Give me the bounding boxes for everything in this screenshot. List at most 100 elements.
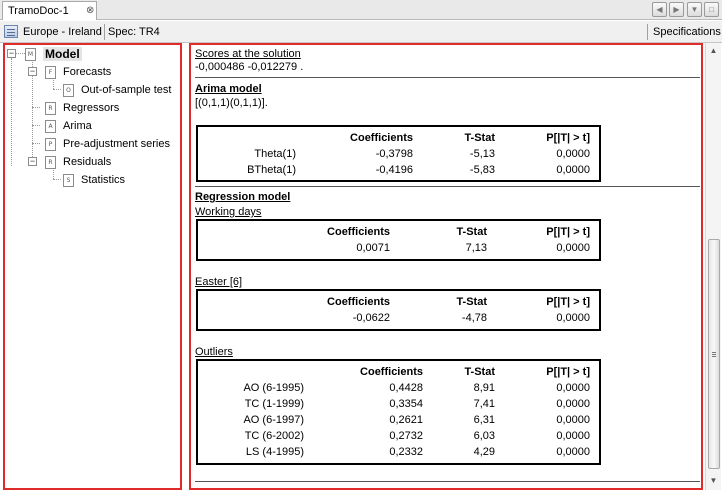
row-label: TC (6-2002) [244,430,304,442]
tree-item-label: Model [43,47,82,61]
document-icon: O [63,83,74,97]
tab-title: TramoDoc-1 [8,5,69,17]
tree-item-out-of-sample-test[interactable]: O Out-of-sample test [63,82,171,98]
tstat-value: 6,03 [473,430,495,442]
tree-line [32,107,40,108]
scores-values: -0,000486 -0,012279 . [195,61,304,73]
pvalue-value: 0,0000 [556,414,590,426]
arima-title: Arima model [195,83,262,95]
pvalue-value: 0,0000 [556,242,590,254]
tree-item-label: Arima [63,120,92,132]
coef-value: -0,3798 [375,148,413,160]
vertical-scrollbar[interactable]: ▲ ▼ [705,43,721,490]
grip-icon [712,352,716,353]
tree-item-label: Pre-adjustment series [63,138,170,150]
tree-item-residuals[interactable]: R Residuals [45,154,111,170]
column-header: T-Stat [456,296,487,308]
coef-value: 0,0071 [356,242,390,254]
specifications-button[interactable]: Specifications [653,26,721,38]
working-days-title: Working days [195,206,262,218]
tree-line [53,89,61,90]
outliers-table: Coefficients T-Stat P[|T| > t] AO (6-199… [196,359,601,465]
tstat-value: 4,29 [473,446,495,458]
model-report: Scores at the solution -0,000486 -0,0122… [189,43,703,490]
column-header: P[|T| > t] [546,226,590,238]
tstat-value: -5,13 [469,148,495,160]
working-days-table: Coefficients T-Stat P[|T| > t] 0,0071 7,… [196,219,601,261]
row-label: AO (6-1995) [243,382,304,394]
tree-line [32,143,40,144]
document-icon: M [25,47,36,61]
easter-table: Coefficients T-Stat P[|T| > t] -0,0622 -… [196,289,601,331]
tab-tramodoc[interactable]: TramoDoc-1 ⊗ [2,1,97,20]
maximize-icon[interactable]: □ [704,2,719,17]
collapse-toggle-icon[interactable]: − [28,157,37,166]
close-icon[interactable]: ⊗ [86,5,94,16]
tree-line [15,53,25,54]
tree-item-label: Statistics [81,174,126,186]
collapse-toggle-icon[interactable]: − [28,67,37,76]
coef-value: -0,4196 [375,164,413,176]
coef-value: 0,2621 [389,414,423,426]
column-header: Coefficients [327,226,390,238]
scroll-down-icon[interactable]: ▼ [708,475,719,486]
scores-title: Scores at the solution [195,48,301,60]
tree-item-regressors[interactable]: R Regressors [45,100,119,116]
toolbar-separator [647,24,648,40]
column-header: Coefficients [350,132,413,144]
document-icon: F [45,65,56,79]
tree-item-statistics[interactable]: S Statistics [63,172,125,188]
series-icon [4,25,18,38]
tree-item-label: Residuals [63,156,112,168]
column-header: T-Stat [456,226,487,238]
tree-item-arima[interactable]: A Arima [45,118,92,134]
navigation-tree: − M Model − F Forecasts O Out-of-sample … [3,43,182,490]
series-name: Europe - Ireland [23,26,102,38]
coef-value: -0,0622 [352,312,390,324]
arima-spec: [(0,1,1)(0,1,1)]. [195,97,268,109]
collapse-toggle-icon[interactable]: − [7,49,16,58]
toolbar: Europe - Ireland Spec: TR4 Specification… [0,21,722,43]
toolbar-separator [104,24,105,40]
tree-line [53,179,61,180]
column-header: T-Stat [464,366,495,378]
row-label: TC (1-1999) [244,398,304,410]
easter-title: Easter [6] [195,276,243,288]
pvalue-value: 0,0000 [556,446,590,458]
tstat-value: 6,31 [473,414,495,426]
pvalue-value: 0,0000 [556,148,590,160]
document-icon: P [45,137,56,151]
tree-line [32,125,40,126]
document-icon: R [45,101,56,115]
pvalue-value: 0,0000 [556,382,590,394]
scroll-right-icon[interactable]: ▶ [669,2,684,17]
document-icon: R [45,155,56,169]
tree-item-pre-adjustment-series[interactable]: P Pre-adjustment series [45,136,170,152]
column-header: P[|T| > t] [546,296,590,308]
column-header: T-Stat [464,132,495,144]
outliers-title: Outliers [195,346,233,358]
scroll-up-icon[interactable]: ▲ [708,45,719,56]
arima-table: Coefficients T-Stat P[|T| > t] Theta(1) … [196,125,601,182]
pvalue-value: 0,0000 [556,430,590,442]
pvalue-value: 0,0000 [556,164,590,176]
section-divider [195,77,700,78]
scroll-left-icon[interactable]: ◀ [652,2,667,17]
tree-item-label: Regressors [63,102,120,114]
row-label: BTheta(1) [247,164,296,176]
column-header: P[|T| > t] [546,132,590,144]
regression-title: Regression model [195,191,291,203]
coef-value: 0,4428 [389,382,423,394]
tree-item-forecasts[interactable]: F Forecasts [45,64,111,80]
dropdown-icon[interactable]: ▼ [687,2,702,17]
tab-bar: TramoDoc-1 ⊗ ◀ ▶ ▼ □ [0,0,722,20]
tree-item-label: Forecasts [63,66,112,78]
coef-value: 0,3354 [389,398,423,410]
tree-line [11,58,12,166]
column-header: P[|T| > t] [546,366,590,378]
tstat-value: 7,41 [473,398,495,410]
document-icon: A [45,119,56,133]
column-header: Coefficients [360,366,423,378]
tree-item-model[interactable]: M Model [25,46,82,62]
scrollbar-thumb[interactable] [708,239,720,469]
